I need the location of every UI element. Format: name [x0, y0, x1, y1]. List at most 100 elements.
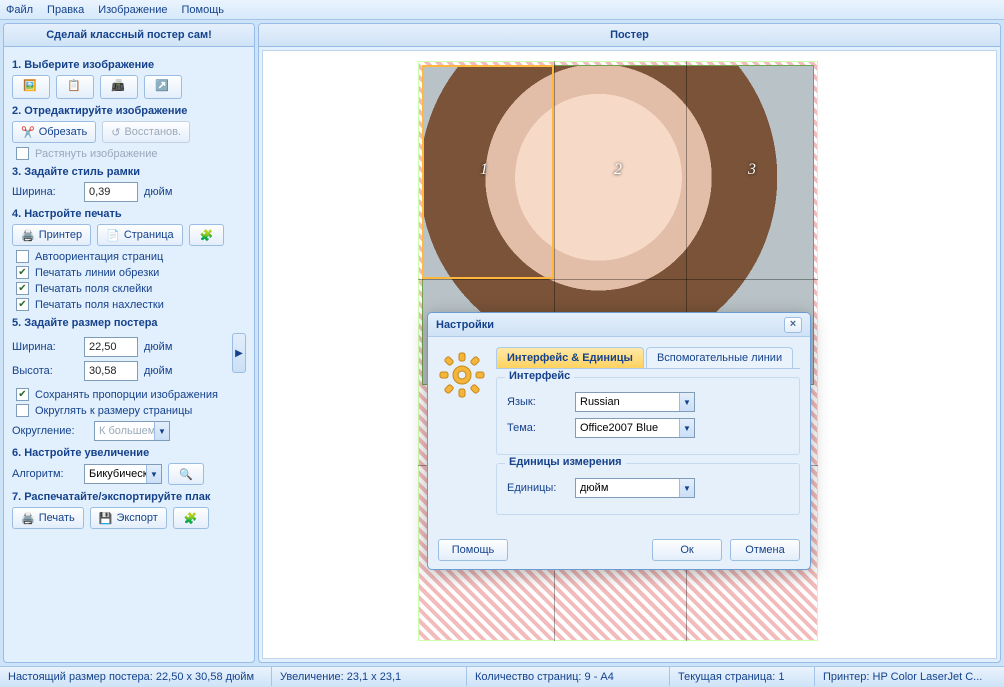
- round-size-label: Округлять к размеру страницы: [35, 405, 192, 417]
- checkbox-icon: ✔: [16, 388, 29, 401]
- algorithm-dropdown[interactable]: Бикубическ▼: [84, 464, 162, 484]
- step4-title: 4. Настройте печать: [12, 208, 246, 220]
- group-interface-title: Интерфейс: [505, 370, 574, 382]
- checkbox-icon: [16, 250, 29, 263]
- close-button[interactable]: ×: [784, 317, 802, 333]
- preview-zoom-button[interactable]: 🔍: [168, 463, 204, 485]
- page-number: 3: [748, 161, 756, 179]
- language-label: Язык:: [507, 396, 567, 408]
- tab-strip: Интерфейс & Единицы Вспомогательные лини…: [496, 347, 800, 369]
- printer-label: Принтер: [39, 229, 82, 241]
- checkbox-icon: [16, 404, 29, 417]
- checkbox-icon: [16, 147, 29, 160]
- tab-interface-units[interactable]: Интерфейс & Единицы: [496, 347, 644, 368]
- menu-image[interactable]: Изображение: [98, 4, 167, 16]
- crop-icon: ✂️: [21, 126, 35, 139]
- status-current-page: Текущая страница: 1: [670, 667, 815, 686]
- sidebar-header: Сделай классный постер сам!: [4, 24, 254, 47]
- ok-button[interactable]: Ок: [652, 539, 722, 561]
- algorithm-value: Бикубическ: [89, 468, 148, 480]
- stretch-checkbox[interactable]: Растянуть изображение: [16, 147, 246, 160]
- border-width-label: Ширина:: [12, 186, 78, 198]
- import-button[interactable]: ↗️: [144, 75, 182, 99]
- menu-bar: Файл Правка Изображение Помощь: [0, 0, 1004, 20]
- poster-width-unit: дюйм: [144, 341, 172, 353]
- page-extra-button[interactable]: 🧩: [189, 224, 225, 246]
- step1-title: 1. Выберите изображение: [12, 59, 246, 71]
- glue-label: Печатать поля склейки: [35, 283, 152, 295]
- crop-label: Обрезать: [39, 126, 88, 138]
- stretch-label: Растянуть изображение: [35, 148, 158, 160]
- restore-label: Восстанов.: [124, 126, 181, 138]
- cancel-button[interactable]: Отмена: [730, 539, 800, 561]
- poster-width-label: Ширина:: [12, 341, 78, 353]
- help-button[interactable]: Помощь: [438, 539, 508, 561]
- keep-ratio-label: Сохранять пропорции изображения: [35, 389, 218, 401]
- config-icon: 🧩: [184, 512, 198, 525]
- open-image-button[interactable]: 🖼️: [12, 75, 50, 99]
- step5-title: 5. Задайте размер постера: [12, 317, 246, 329]
- cutlines-checkbox[interactable]: ✔ Печатать линии обрезки: [16, 266, 246, 279]
- keep-ratio-checkbox[interactable]: ✔ Сохранять пропорции изображения: [16, 388, 246, 401]
- restore-button[interactable]: ↺Восстанов.: [102, 121, 190, 143]
- glue-checkbox[interactable]: ✔ Печатать поля склейки: [16, 282, 246, 295]
- checkbox-icon: ✔: [16, 282, 29, 295]
- scan-button[interactable]: 📠: [100, 75, 138, 99]
- poster-height-input[interactable]: [84, 361, 138, 381]
- autoorient-checkbox[interactable]: Автоориентация страниц: [16, 250, 246, 263]
- printer-icon: 🖨️: [21, 229, 35, 242]
- step3-title: 3. Задайте стиль рамки: [12, 166, 246, 178]
- units-dropdown[interactable]: дюйм▼: [575, 478, 695, 498]
- page-button[interactable]: 📄Страница: [97, 224, 183, 246]
- export-extra-button[interactable]: 🧩: [173, 507, 209, 529]
- border-width-unit: дюйм: [144, 186, 172, 198]
- print-label: Печать: [39, 512, 75, 524]
- status-pages: Количество страниц: 9 - A4: [467, 667, 670, 686]
- gear-icon: [438, 351, 486, 399]
- step7-title: 7. Распечатайте/экспортируйте плак: [12, 491, 246, 503]
- theme-dropdown[interactable]: Office2007 Blue▼: [575, 418, 695, 438]
- round-size-checkbox[interactable]: Округлять к размеру страницы: [16, 404, 246, 417]
- printer-button[interactable]: 🖨️ Принтер: [12, 224, 91, 246]
- crop-button[interactable]: ✂️ Обрезать: [12, 121, 96, 143]
- poster-width-input[interactable]: [84, 337, 138, 357]
- overlap-checkbox[interactable]: ✔Печатать поля нахлестки: [16, 298, 246, 311]
- border-width-input[interactable]: [84, 182, 138, 202]
- image-icon: 🖼️: [23, 79, 39, 95]
- group-units: Единицы измерения Единицы: дюйм▼: [496, 463, 800, 515]
- export-icon: 💾: [99, 512, 113, 525]
- poster-height-unit: дюйм: [144, 365, 172, 377]
- main-header: Постер: [259, 24, 1000, 47]
- cutlines-label: Печатать линии обрезки: [35, 267, 159, 279]
- print-button[interactable]: 🖨️Печать: [12, 507, 84, 529]
- status-bar: Настоящий размер постера: 22,50 x 30,58 …: [0, 666, 1004, 686]
- rounding-dropdown: К большем▼: [94, 421, 170, 441]
- selected-page-highlight: [422, 65, 554, 279]
- units-value: дюйм: [580, 482, 608, 494]
- dialog-titlebar[interactable]: Настройки ×: [428, 313, 810, 337]
- close-icon: ×: [790, 318, 796, 330]
- size-slider[interactable]: ▶: [232, 333, 246, 373]
- rounding-label: Округление:: [12, 425, 88, 437]
- sidebar: Сделай классный постер сам! 1. Выберите …: [3, 23, 255, 663]
- tab-guidelines[interactable]: Вспомогательные линии: [646, 347, 793, 368]
- grid-line: [418, 279, 818, 280]
- language-dropdown[interactable]: Russian▼: [575, 392, 695, 412]
- menu-help[interactable]: Помощь: [182, 4, 225, 16]
- magnifier-icon: 🔍: [179, 468, 193, 481]
- menu-edit[interactable]: Правка: [47, 4, 84, 16]
- menu-file[interactable]: Файл: [6, 4, 33, 16]
- rounding-value: К большем: [99, 425, 155, 437]
- export-button[interactable]: 💾Экспорт: [90, 507, 167, 529]
- units-label: Единицы:: [507, 482, 567, 494]
- config-icon: 🧩: [200, 229, 214, 242]
- theme-value: Office2007 Blue: [580, 422, 658, 434]
- dialog-title: Настройки: [436, 319, 494, 331]
- status-zoom: Увеличение: 23,1 x 23,1: [272, 667, 467, 686]
- paste-button[interactable]: 📋: [56, 75, 94, 99]
- status-real-size: Настоящий размер постера: 22,50 x 30,58 …: [0, 667, 272, 686]
- page-icon: 📄: [106, 229, 120, 242]
- group-interface: Интерфейс Язык: Russian▼ Тема: Office200…: [496, 377, 800, 455]
- algorithm-label: Алгоритм:: [12, 468, 78, 480]
- checkbox-icon: ✔: [16, 266, 29, 279]
